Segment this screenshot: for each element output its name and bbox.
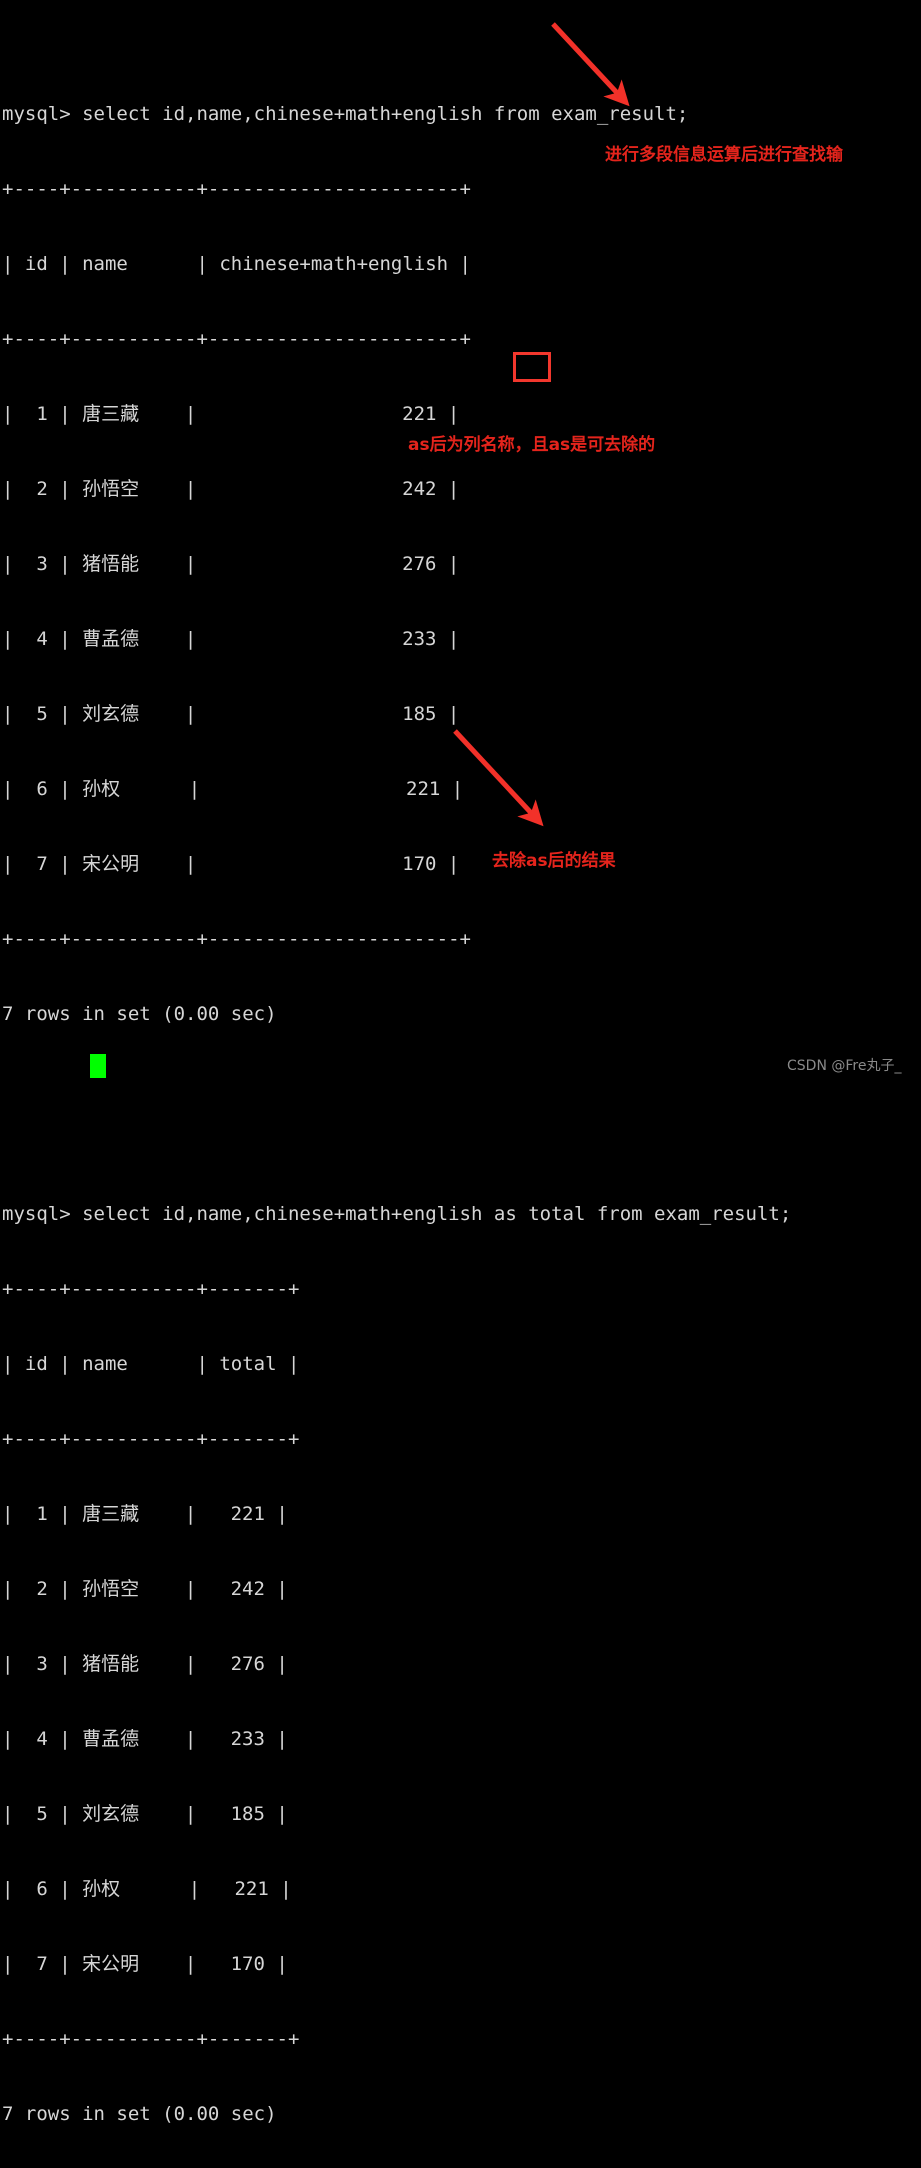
table-separator: +----+-----------+----------------------… bbox=[2, 178, 471, 200]
table-row: | 1 | 唐三藏 | 221 | bbox=[2, 403, 460, 425]
table-row: | 5 | 刘玄德 | 185 | bbox=[2, 703, 460, 725]
table-row: | 5 | 刘玄德 | 185 | bbox=[2, 1803, 288, 1825]
table-row: | 6 | 孙权 | 221 | bbox=[2, 1878, 292, 1900]
table-header: | id | name | total | bbox=[2, 1353, 300, 1375]
table-separator: +----+-----------+-------+ bbox=[2, 1428, 300, 1450]
table-header: | id | name | chinese+math+english | bbox=[2, 253, 471, 275]
table-row: | 7 | 宋公明 | 170 | bbox=[2, 853, 460, 875]
table-row: | 6 | 孙权 | 221 | bbox=[2, 778, 464, 800]
table-separator: +----+-----------+----------------------… bbox=[2, 328, 471, 350]
status-line: 7 rows in set (0.00 sec) bbox=[2, 2103, 277, 2125]
table-row: | 1 | 唐三藏 | 221 | bbox=[2, 1503, 288, 1525]
terminal-output: mysql> select id,name,chinese+math+engli… bbox=[0, 0, 921, 2125]
table-row: | 3 | 猪悟能 | 276 | bbox=[2, 1653, 288, 1675]
table-separator: +----+-----------+-------+ bbox=[2, 2028, 300, 2050]
table-row: | 4 | 曹孟德 | 233 | bbox=[2, 628, 460, 650]
table-row: | 3 | 猪悟能 | 276 | bbox=[2, 553, 460, 575]
table-row: | 2 | 孙悟空 | 242 | bbox=[2, 1578, 288, 1600]
status-line: 7 rows in set (0.00 sec) bbox=[2, 1003, 277, 1025]
table-row: | 7 | 宋公明 | 170 | bbox=[2, 1953, 288, 1975]
table-row: | 2 | 孙悟空 | 242 | bbox=[2, 478, 460, 500]
table-separator: +----+-----------+-------+ bbox=[2, 1278, 300, 1300]
table-separator: +----+-----------+----------------------… bbox=[2, 928, 471, 950]
table-row: | 4 | 曹孟德 | 233 | bbox=[2, 1728, 288, 1750]
command-line: mysql> select id,name,chinese+math+engli… bbox=[2, 1203, 792, 1225]
command-line: mysql> select id,name,chinese+math+engli… bbox=[2, 103, 689, 125]
